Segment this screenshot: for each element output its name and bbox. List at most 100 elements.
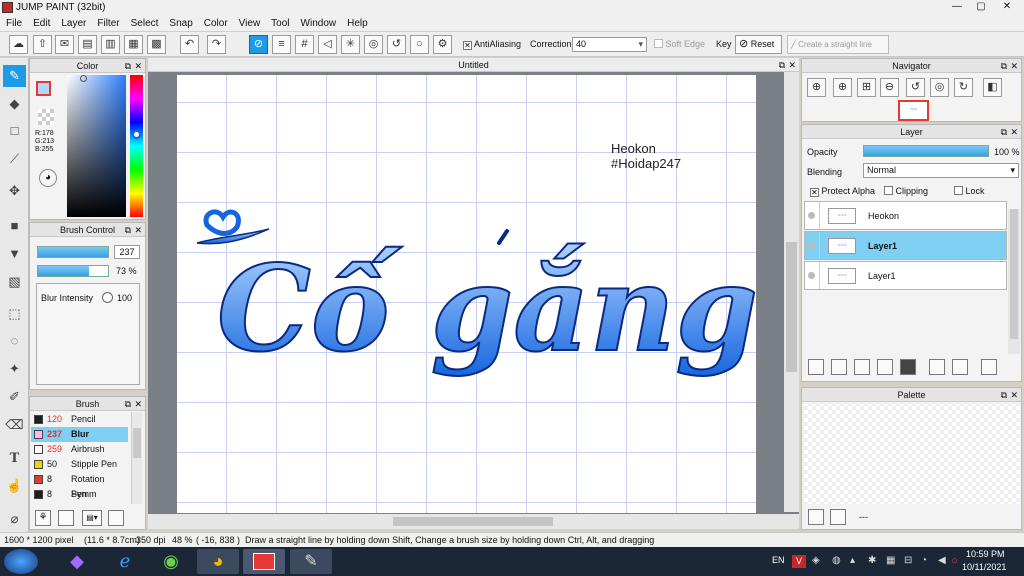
clipping-checkbox[interactable]: [884, 186, 893, 195]
zoom-in-icon[interactable]: ⊕: [833, 78, 852, 97]
visual-studio-icon[interactable]: ◆: [56, 549, 98, 574]
palette-icon[interactable]: ◕: [39, 169, 57, 187]
tray-bluetooth-icon[interactable]: ✱: [868, 555, 876, 566]
navigator-thumbnail[interactable]: ~~: [898, 100, 929, 121]
snap-curve-icon[interactable]: ↺: [387, 35, 406, 54]
menu-help[interactable]: Help: [341, 16, 373, 29]
panel-close-icon[interactable]: ✕: [134, 223, 142, 237]
menu-select[interactable]: Select: [125, 16, 164, 29]
maximize-button[interactable]: ▢: [970, 0, 992, 14]
zoom-out-icon[interactable]: ⊖: [880, 78, 899, 97]
opera-icon[interactable]: ○: [951, 555, 958, 567]
menu-window[interactable]: Window: [295, 16, 342, 29]
select-pen-tool-icon[interactable]: ✐: [3, 386, 26, 408]
language-indicator[interactable]: EN: [772, 555, 785, 565]
close-button[interactable]: ✕: [996, 0, 1018, 14]
layer-list-scroll-thumb[interactable]: [1010, 209, 1018, 339]
brush-list-scrollbar[interactable]: [131, 412, 142, 504]
antialiasing-toggle[interactable]: ✕ AntiAliasing: [463, 39, 521, 50]
line-tool-icon[interactable]: ⟋: [3, 148, 26, 170]
chrome-icon[interactable]: ◕: [197, 549, 239, 574]
tray-usb-icon[interactable]: ⊟: [904, 555, 912, 566]
bucket-tool-icon[interactable]: ▼: [3, 243, 26, 265]
panel-close-icon[interactable]: ✕: [134, 59, 142, 73]
palette-grid[interactable]: [804, 404, 1020, 504]
clock-date[interactable]: 10/11/2021: [962, 562, 1006, 572]
snap-radial-icon[interactable]: ✳: [341, 35, 360, 54]
menu-edit[interactable]: Edit: [27, 16, 55, 29]
brush-size-field[interactable]: 237: [114, 245, 140, 259]
canvas-tab[interactable]: Untitled ⧉ ✕: [148, 58, 799, 72]
clipping-toggle[interactable]: Clipping: [884, 186, 928, 196]
duplicate-layer-icon[interactable]: [929, 359, 945, 375]
layer-row[interactable]: ~~~ Layer1: [804, 261, 1007, 290]
tray-app-icon[interactable]: ◈: [812, 555, 820, 566]
soft-edge-checkbox[interactable]: [654, 39, 663, 48]
menu-layer[interactable]: Layer: [55, 16, 91, 29]
brush-list-scroll-thumb[interactable]: [133, 428, 141, 458]
menu-view[interactable]: View: [233, 16, 266, 29]
panel-close-icon[interactable]: ✕: [1010, 125, 1018, 139]
panel-pop-icon[interactable]: ⧉: [1001, 388, 1007, 402]
brush-opacity-slider[interactable]: [37, 265, 109, 277]
grid-icon[interactable]: ▦: [124, 35, 143, 54]
eye-icon[interactable]: [808, 242, 815, 249]
panel-close-icon[interactable]: ✕: [134, 397, 142, 411]
rect-tool-icon[interactable]: □: [3, 120, 26, 142]
paint-app-icon[interactable]: ✎: [290, 549, 332, 574]
correction-select[interactable]: 40 ▾: [572, 37, 647, 52]
color-picker-cursor[interactable]: [80, 75, 87, 82]
lock-checkbox[interactable]: [954, 186, 963, 195]
soft-edge-toggle[interactable]: Soft Edge: [654, 39, 705, 49]
start-button[interactable]: [4, 549, 38, 574]
transparent-color-swatch[interactable]: [38, 109, 54, 125]
eraser-tool-icon[interactable]: ◆: [3, 93, 26, 115]
brush-item[interactable]: 8 Pen: [31, 487, 128, 502]
tray-shield-icon[interactable]: ◍: [832, 555, 841, 566]
move-tool-icon[interactable]: ✥: [3, 180, 26, 202]
color-picker-field[interactable]: [67, 75, 126, 217]
comment-icon[interactable]: ✉: [55, 35, 74, 54]
layer-opacity-slider[interactable]: [863, 145, 989, 157]
hand-tool-icon[interactable]: ☝: [3, 475, 26, 497]
tray-arrow-icon[interactable]: ▴: [850, 555, 855, 566]
blending-select[interactable]: Normal ▾: [863, 163, 1019, 178]
select-rect-tool-icon[interactable]: ⬚: [3, 303, 26, 325]
brush-tool-icon[interactable]: ✎: [3, 65, 26, 87]
gradient-tool-icon[interactable]: ▧: [3, 271, 26, 293]
brush-item[interactable]: 50 Stipple Pen: [31, 457, 128, 472]
panel-close-icon[interactable]: ✕: [1010, 59, 1018, 73]
canvas-vertical-scrollbar[interactable]: [784, 72, 799, 512]
rotate-right-icon[interactable]: ↻: [954, 78, 973, 97]
eye-icon[interactable]: [808, 272, 815, 279]
brush-add-icon[interactable]: ⚘: [35, 510, 51, 526]
new-folder-layer-icon[interactable]: [854, 359, 870, 375]
panel-pop-icon[interactable]: ⧉: [125, 223, 131, 237]
panel-close-icon[interactable]: ✕: [788, 58, 796, 72]
app-green-icon[interactable]: ◉: [150, 549, 192, 574]
canvas-horizontal-scrollbar[interactable]: [148, 514, 799, 529]
jump-paint-task-icon[interactable]: [243, 549, 285, 574]
new-icon[interactable]: ▤: [78, 35, 97, 54]
brush-settings-icon[interactable]: [108, 510, 124, 526]
eyedropper-tool-icon[interactable]: ⌀: [3, 508, 26, 530]
pattern-layer-icon[interactable]: [877, 359, 893, 375]
layer-list-scrollbar[interactable]: [1008, 209, 1020, 354]
delete-layer-icon[interactable]: [981, 359, 997, 375]
protect-alpha-checkbox[interactable]: ✕: [810, 188, 819, 197]
canvas-vscroll-thumb[interactable]: [786, 242, 797, 372]
panel-pop-icon[interactable]: ⧉: [125, 59, 131, 73]
brush-new-icon[interactable]: [58, 510, 74, 526]
antialiasing-checkbox[interactable]: ✕: [463, 41, 472, 50]
zoom-actual-icon[interactable]: ⊞: [857, 78, 876, 97]
magic-wand-tool-icon[interactable]: ✦: [3, 358, 26, 380]
share-icon[interactable]: ⇧: [33, 35, 52, 54]
menu-file[interactable]: File: [0, 16, 27, 29]
menu-tool[interactable]: Tool: [265, 16, 294, 29]
volume-icon[interactable]: ◀: [938, 555, 946, 566]
rotate-left-icon[interactable]: ↺: [906, 78, 925, 97]
brush-item[interactable]: 237 Blur: [31, 427, 128, 442]
brush-size-slider[interactable]: [37, 246, 109, 258]
minimize-button[interactable]: —: [946, 0, 968, 14]
internet-explorer-icon[interactable]: ℯ: [104, 549, 146, 574]
